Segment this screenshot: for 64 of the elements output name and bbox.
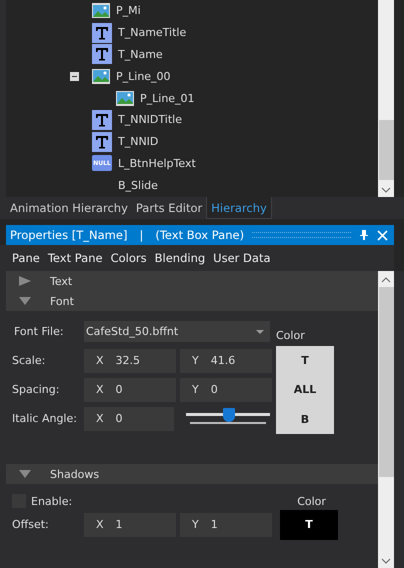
swatch-label: B: [300, 412, 310, 426]
scrollbar[interactable]: [378, 0, 394, 197]
number-field[interactable]: X 1: [84, 512, 176, 536]
field-label: Font File:: [13, 325, 65, 338]
slider-thumb[interactable]: [222, 408, 235, 422]
tree-item[interactable]: P_Line_00: [116, 70, 171, 83]
color-swatch[interactable]: T ALL B: [276, 346, 334, 434]
section-header[interactable]: Font: [6, 291, 378, 311]
field-label: Scale:: [12, 354, 46, 367]
color-label: Color: [297, 494, 326, 508]
text-pane-icon: [92, 44, 112, 64]
tab[interactable]: Hierarchy: [206, 197, 272, 219]
tree-item[interactable]: T_NNID: [118, 135, 158, 148]
text-pane-icon: [92, 22, 112, 43]
number-field[interactable]: X 0: [84, 378, 176, 402]
pin-icon[interactable]: [359, 229, 369, 241]
dropdown-caret-icon: [256, 330, 264, 334]
text-pane-icon: [92, 132, 112, 152]
menu-item[interactable]: User Data: [209, 251, 274, 265]
field-label: Offset:: [12, 518, 50, 531]
tree-item[interactable]: L_BtnHelpText: [118, 156, 196, 170]
number-field[interactable]: X 32.5: [84, 348, 176, 372]
number-field[interactable]: Y 41.6: [180, 348, 272, 372]
tree-item[interactable]: T_NameTitle: [118, 26, 186, 40]
tree-item[interactable]: P_Mi: [116, 4, 141, 18]
section-header[interactable]: Shadows: [6, 464, 378, 484]
scrollbar[interactable]: [378, 271, 394, 568]
panel-subtitle: (Text Box Pane): [155, 228, 244, 242]
scroll-down-icon[interactable]: [381, 558, 391, 564]
swatch-label: T: [301, 354, 309, 368]
image-icon: [92, 68, 110, 84]
image-icon: [116, 90, 134, 106]
section-label: Text: [50, 274, 72, 288]
tree-item[interactable]: T_Name: [118, 48, 163, 61]
number-field[interactable]: Y 1: [180, 512, 272, 536]
number-field[interactable]: X 0: [84, 406, 174, 430]
swatch-label: ALL: [294, 383, 316, 396]
menu-item[interactable]: Text Pane: [44, 251, 107, 265]
section-label: Font: [50, 294, 74, 308]
tab[interactable]: Animation Hierarchy: [6, 197, 132, 219]
field-label: Italic Angle:: [12, 412, 78, 425]
field-label: Spacing:: [12, 383, 60, 396]
text-pane-icon: [92, 110, 112, 130]
title-separator: |: [139, 228, 144, 242]
number-field[interactable]: Y 0: [180, 378, 272, 402]
tree-item[interactable]: B_Slide: [118, 178, 158, 192]
tab[interactable]: Parts Editor: [132, 197, 206, 219]
font-file-dropdown[interactable]: CafeStd_50.bffnt: [84, 321, 270, 342]
color-swatch[interactable]: T: [280, 510, 338, 540]
scroll-up-icon[interactable]: [381, 277, 391, 283]
menu-item[interactable]: Blending: [150, 251, 210, 265]
close-icon[interactable]: [377, 230, 388, 240]
menu-item[interactable]: Pane: [8, 251, 44, 265]
collapse-icon[interactable]: [70, 72, 79, 81]
section-label: Shadows: [50, 468, 100, 480]
menu-item[interactable]: Colors: [106, 251, 151, 265]
section-header[interactable]: Text: [6, 271, 378, 291]
panel-title: Properties [T_Name]: [10, 228, 128, 242]
tree-item[interactable]: P_Line_01: [140, 92, 195, 105]
image-icon: [92, 3, 110, 18]
tree-item[interactable]: T_NNIDTitle: [118, 113, 182, 126]
checkbox-label: Enable:: [31, 494, 72, 508]
color-label: Color: [276, 328, 306, 344]
scroll-down-icon[interactable]: [381, 187, 391, 193]
